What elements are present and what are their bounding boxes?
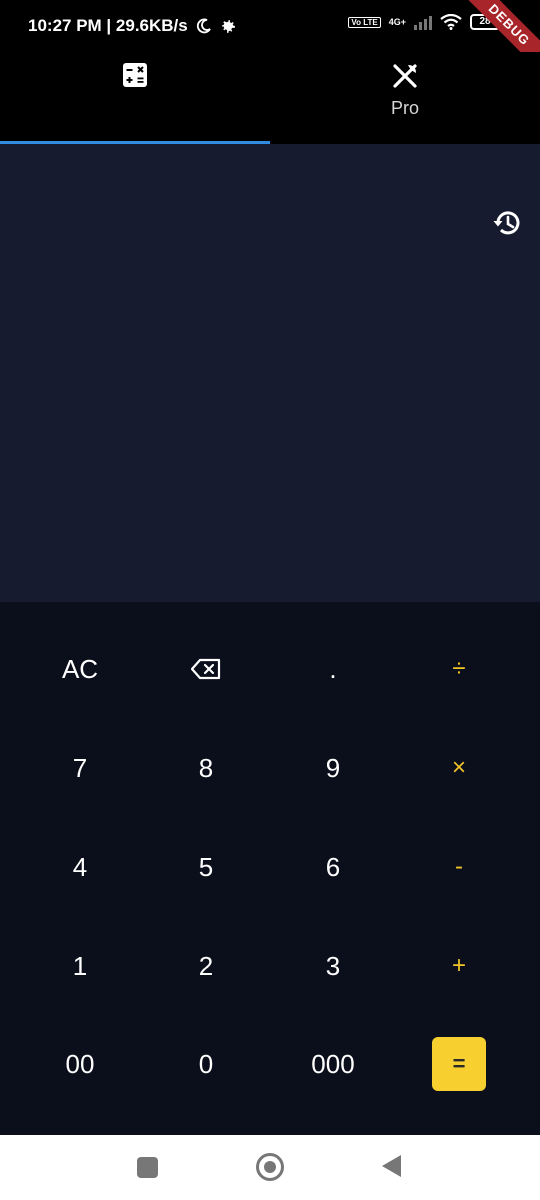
system-nav-bar [0, 1135, 540, 1200]
back-icon[interactable] [382, 1155, 401, 1177]
keypad: AC . ÷ 7 8 9 × 4 5 6 - 1 2 3 + 00 0 000 … [0, 602, 540, 1135]
status-left: 10:27 PM | 29.6KB/s [28, 16, 237, 36]
moon-icon [196, 18, 211, 34]
settings-gear-icon [221, 19, 235, 33]
calculator-display [0, 144, 540, 602]
volte-badge: Vo LTE [348, 16, 381, 28]
signal-icon [414, 14, 432, 30]
app-frame: 10:27 PM | 29.6KB/s Vo LTE 4G+ 28 DEBUG [0, 0, 540, 1200]
key-6[interactable]: 6 [278, 832, 388, 902]
key-7[interactable]: 7 [25, 733, 135, 803]
key-0[interactable]: 0 [151, 1029, 261, 1099]
recent-apps-icon[interactable] [137, 1157, 158, 1178]
tab-pro-label: Pro [390, 98, 419, 118]
tab-pro[interactable]: Pro [270, 52, 540, 144]
key-subtract[interactable]: - [404, 832, 514, 902]
key-8[interactable]: 8 [151, 733, 261, 803]
key-5[interactable]: 5 [151, 832, 261, 902]
tab-calculator[interactable] [0, 52, 270, 144]
home-icon[interactable] [256, 1153, 284, 1181]
status-right: Vo LTE 4G+ 28 [348, 14, 500, 30]
backspace-icon [191, 658, 221, 680]
key-decimal[interactable]: . [278, 634, 388, 704]
key-add[interactable]: + [404, 931, 514, 1001]
history-icon [493, 211, 520, 235]
key-9[interactable]: 9 [278, 733, 388, 803]
key-divide[interactable]: ÷ [404, 634, 514, 704]
key-3[interactable]: 3 [278, 931, 388, 1001]
fork-knife-icon [393, 64, 417, 88]
key-4[interactable]: 4 [25, 832, 135, 902]
key-1[interactable]: 1 [25, 931, 135, 1001]
wifi-icon [440, 14, 462, 30]
status-time-speed: 10:27 PM | 29.6KB/s [28, 16, 188, 35]
calculator-icon [123, 63, 147, 87]
key-clear[interactable]: AC [25, 634, 135, 704]
key-000[interactable]: 000 [278, 1029, 388, 1099]
history-button[interactable] [492, 208, 522, 238]
tab-bar: Pro [0, 52, 540, 144]
key-00[interactable]: 00 [25, 1029, 135, 1099]
network-type: 4G+ [388, 16, 406, 27]
key-2[interactable]: 2 [151, 931, 261, 1001]
key-equals[interactable]: = [432, 1037, 486, 1091]
key-multiply[interactable]: × [404, 733, 514, 803]
key-backspace[interactable] [151, 634, 261, 704]
status-bar: 10:27 PM | 29.6KB/s Vo LTE 4G+ 28 DEBUG [0, 0, 540, 79]
